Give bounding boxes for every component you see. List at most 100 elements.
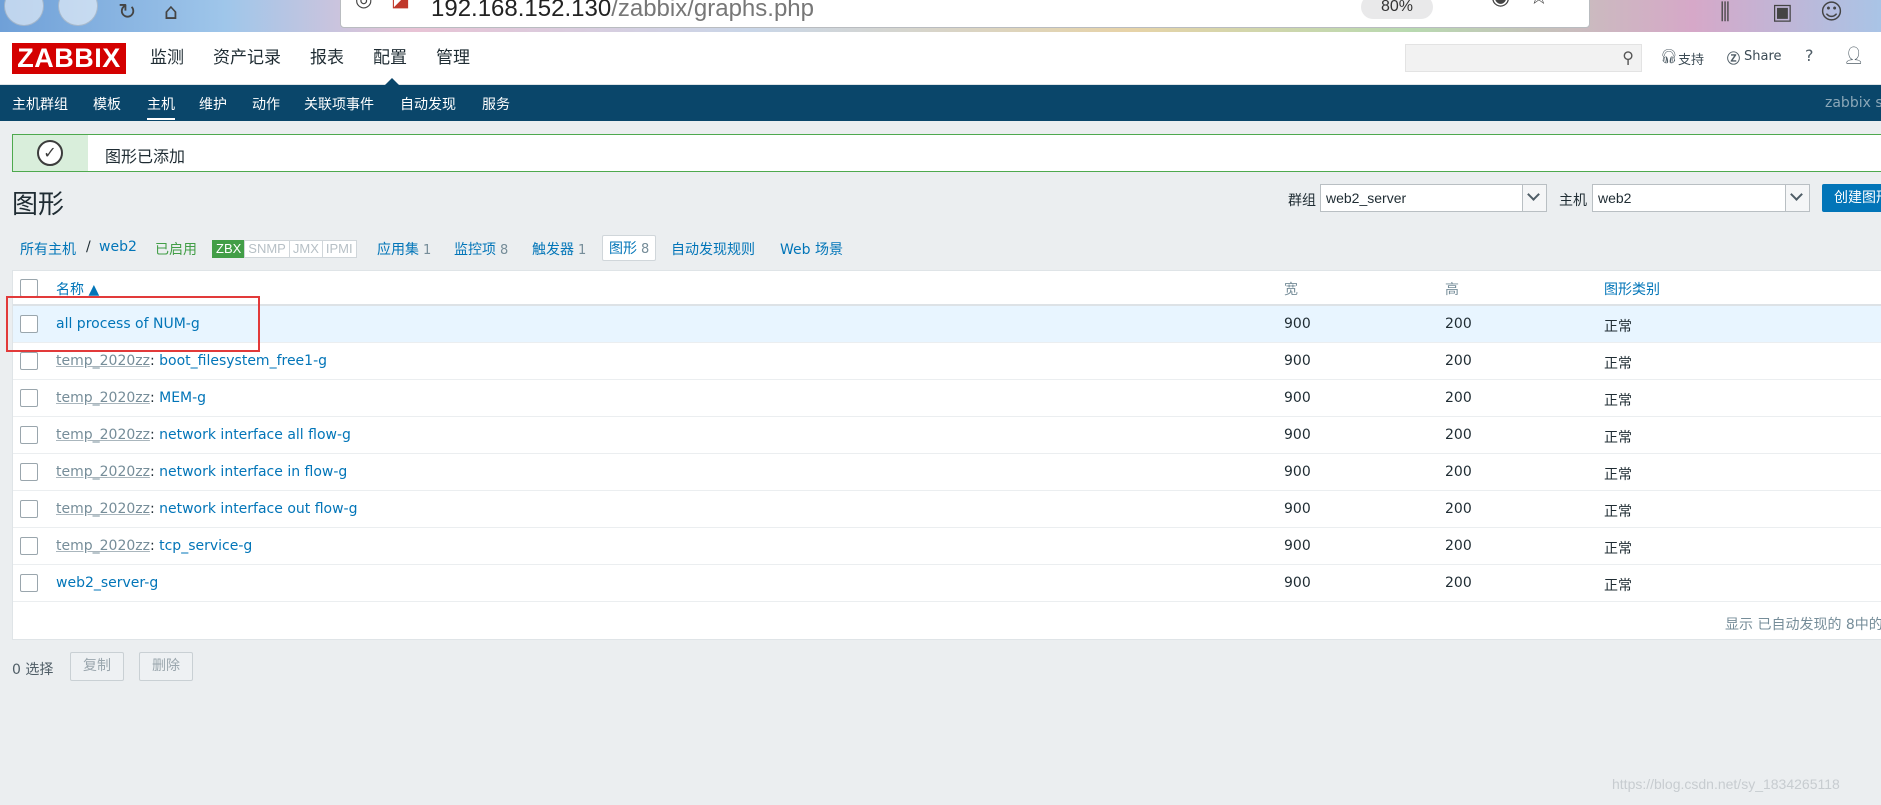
template-link[interactable]: temp_2020zz [56,427,150,443]
applications-link[interactable]: 应用集 1 [377,239,431,259]
server-name: zabbix se [1825,95,1881,111]
pocket-icon[interactable]: ◉ [1491,0,1510,10]
name-column-header[interactable]: 名称 ▲ [56,279,99,299]
subnav-actions[interactable]: 动作 [252,94,280,114]
items-link[interactable]: 监控项 8 [454,239,508,259]
height-column-header: 高 [1445,282,1459,298]
template-link[interactable]: temp_2020zz [56,390,150,406]
table-row: temp_2020zz: MEM-g 900 200 正常 [13,380,1881,417]
row-checkbox[interactable] [20,315,38,333]
height-cell: 200 [1445,316,1472,332]
graph-type-column-header[interactable]: 图形类别 [1604,279,1660,299]
menu-inventory[interactable]: 资产记录 [213,32,296,85]
subnav-host-groups[interactable]: 主机群组 [12,94,68,114]
bookmark-star-icon[interactable]: ☆ [1529,0,1549,10]
support-link[interactable]: 支持 [1678,49,1704,68]
row-checkbox[interactable] [20,389,38,407]
row-checkbox[interactable] [20,537,38,555]
breadcrumb-separator: / [86,239,91,255]
select-all-checkbox[interactable] [20,279,38,297]
library-icon[interactable]: ⫼ [1720,0,1730,25]
table-row: all process of NUM-g 900 200 正常 [13,306,1881,343]
sidebar-icon[interactable]: ▣ [1772,0,1793,25]
graph-link[interactable]: network interface out flow-g [159,501,357,517]
graph-type-cell: 正常 [1604,430,1632,446]
copy-button[interactable]: 复制 [70,652,124,681]
home-icon[interactable]: ⌂ [164,0,178,25]
menu-administration[interactable]: 管理 [436,32,485,85]
width-cell: 900 [1284,501,1311,517]
help-icon[interactable]: ? [1805,46,1814,65]
graph-link[interactable]: boot_filesystem_free1-g [159,353,327,369]
template-link[interactable]: temp_2020zz [56,501,150,517]
graph-type-cell: 正常 [1604,578,1632,594]
back-icon[interactable] [4,0,44,26]
all-hosts-link[interactable]: 所有主机 [20,239,76,259]
forward-icon[interactable] [58,0,98,26]
graph-type-cell: 正常 [1604,467,1632,483]
web-scenarios-link[interactable]: Web 场景 [780,239,843,259]
account-icon[interactable]: ☺ [1820,0,1843,25]
host-dropdown-button[interactable] [1785,185,1809,211]
triggers-link[interactable]: 触发器 1 [532,239,586,259]
insecure-lock-icon: ◪ [391,0,410,11]
row-checkbox[interactable] [20,574,38,592]
width-cell: 900 [1284,575,1311,591]
menu-reports[interactable]: 报表 [310,32,359,85]
zoom-level[interactable]: 80% [1361,0,1433,19]
graph-name: temp_2020zz: boot_filesystem_free1-g [56,353,328,369]
template-link[interactable]: temp_2020zz [56,353,150,369]
host-link[interactable]: web2 [99,239,137,255]
more-icon[interactable]: ··· [1453,0,1474,10]
subnav-event-correlation[interactable]: 关联项事件 [304,94,374,114]
host-select[interactable]: web2 [1592,184,1810,212]
template-link[interactable]: temp_2020zz [56,464,150,480]
menu-configuration[interactable]: 配置 [373,32,422,86]
top-header: ZABBIX 监测 资产记录 报表 配置 管理 ⚲ 🎧︎ 支持 Ⓩ Share … [0,32,1881,86]
address-bar[interactable]: ◎ ◪ 192.168.152.130/zabbix/graphs.php 80… [340,0,1590,28]
height-cell: 200 [1445,575,1472,591]
graph-name: temp_2020zz: network interface in flow-g [56,464,348,480]
height-cell: 200 [1445,353,1472,369]
user-profile-icon[interactable]: 👤︎ [1843,46,1865,66]
zabbix-logo[interactable]: ZABBIX [12,43,126,74]
row-checkbox[interactable] [20,500,38,518]
delete-button[interactable]: 删除 [139,652,193,681]
search-input[interactable]: ⚲ [1405,44,1642,72]
graph-name: web2_server-g [56,575,158,591]
width-cell: 900 [1284,353,1311,369]
discovery-rules-link[interactable]: 自动发现规则 [671,239,755,259]
zbx-badge: ZBX [212,240,246,258]
graph-type-cell: 正常 [1604,356,1632,372]
reload-icon[interactable]: ↻ [118,0,136,25]
graph-name: temp_2020zz: tcp_service-g [56,538,253,554]
search-icon[interactable]: ⚲ [1622,48,1634,67]
graph-link[interactable]: network interface in flow-g [159,464,347,480]
graph-link[interactable]: web2_server-g [56,575,158,591]
subnav-hosts[interactable]: 主机 [147,94,175,120]
subnav-services[interactable]: 服务 [482,94,510,114]
table-row: temp_2020zz: network interface in flow-g… [13,454,1881,491]
graph-link[interactable]: tcp_service-g [159,538,252,554]
graph-type-cell: 正常 [1604,504,1632,520]
subnav-discovery[interactable]: 自动发现 [400,94,456,114]
width-cell: 900 [1284,390,1311,406]
table-stats: 显示 已自动发现的 8中的 [1725,617,1881,633]
row-checkbox[interactable] [20,352,38,370]
create-graph-button[interactable]: 创建图形 [1822,184,1881,212]
watermark: https://blog.csdn.net/sy_1834265118 [1612,776,1840,792]
graph-link[interactable]: network interface all flow-g [159,427,351,443]
row-checkbox[interactable] [20,463,38,481]
group-dropdown-button[interactable] [1522,185,1546,211]
row-checkbox[interactable] [20,426,38,444]
graph-link[interactable]: all process of NUM-g [56,316,200,332]
menu-monitoring[interactable]: 监测 [150,32,199,85]
template-link[interactable]: temp_2020zz [56,538,150,554]
subnav-templates[interactable]: 模板 [93,94,121,114]
graph-link[interactable]: MEM-g [159,390,206,406]
group-select[interactable]: web2_server [1320,184,1547,212]
graphs-tab[interactable]: 图形 8 [602,235,657,261]
subnav-maintenance[interactable]: 维护 [199,94,227,114]
share-link[interactable]: Share [1744,49,1782,64]
host-status[interactable]: 已启用 [155,239,197,259]
